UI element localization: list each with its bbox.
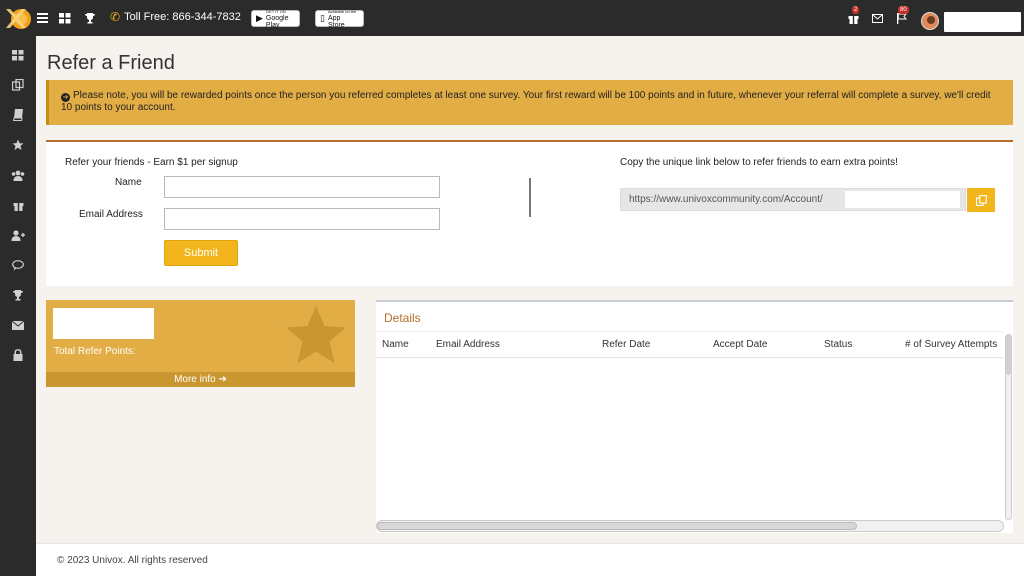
sidebar-item-security[interactable] xyxy=(0,345,36,365)
unique-link-field[interactable]: https://www.univoxcommunity.com/Account/ xyxy=(620,188,966,211)
arrow-circle-icon: ➜ xyxy=(61,93,70,102)
sidebar xyxy=(0,36,36,576)
copy-icon xyxy=(12,79,24,91)
users-icon xyxy=(11,170,25,181)
top-navbar: ✆ Toll Free: 866-344-7832 ▶ GET IT ON Go… xyxy=(0,0,1024,36)
notice-text: Please note, you will be rewarded points… xyxy=(61,90,991,113)
sidebar-item-dashboard[interactable] xyxy=(0,45,36,65)
gift-badge: 2 xyxy=(852,6,860,14)
arrow-circle-right-icon: ➜ xyxy=(218,374,227,385)
details-panel: Details Name Email Address Refer Date Ac… xyxy=(376,300,1013,533)
envelope-icon xyxy=(12,320,24,330)
trophy-icon[interactable] xyxy=(82,10,98,26)
sidebar-item-leaderboard[interactable] xyxy=(0,285,36,305)
app-store-label: App Store xyxy=(327,15,345,29)
copy-icon xyxy=(975,194,987,206)
column-header-status[interactable]: Status xyxy=(824,339,852,350)
copyright-text: © 2023 Univox. All rights reserved xyxy=(57,555,208,566)
gift-icon xyxy=(848,15,858,24)
more-info-link[interactable]: More info ➜ xyxy=(46,372,355,387)
comments-icon xyxy=(12,259,24,270)
dashboard-icon[interactable] xyxy=(57,10,73,26)
details-title: Details xyxy=(384,311,421,325)
reward-notice: ➜ Please note, you will be rewarded point… xyxy=(46,80,1013,125)
horizontal-scrollbar[interactable] xyxy=(376,520,1004,532)
name-field[interactable] xyxy=(164,176,440,198)
total-refer-points-label: Total Refer Points: xyxy=(54,346,136,357)
page-title: Refer a Friend xyxy=(47,52,175,74)
sidebar-item-rewards[interactable] xyxy=(0,195,36,215)
unique-link-url: https://www.univoxcommunity.com/Account/ xyxy=(629,194,823,205)
column-header-name[interactable]: Name xyxy=(382,339,409,350)
flag-badge: 80 xyxy=(898,6,909,14)
avatar[interactable] xyxy=(921,12,939,30)
menu-toggle-icon[interactable] xyxy=(34,10,50,26)
submit-button[interactable]: Submit xyxy=(164,240,238,266)
google-play-label: Google Play xyxy=(265,15,289,29)
sidebar-item-favorites[interactable] xyxy=(0,135,36,155)
toll-free-number: ✆ Toll Free: 866-344-7832 xyxy=(110,10,241,24)
sidebar-item-copy[interactable] xyxy=(0,75,36,95)
dashboard-icon xyxy=(12,49,24,60)
sidebar-item-inbox[interactable] xyxy=(0,315,36,335)
column-header-refer-date[interactable]: Refer Date xyxy=(602,339,650,350)
panel-divider xyxy=(529,178,531,217)
name-label: Name xyxy=(115,177,142,188)
points-value-redacted xyxy=(53,308,154,339)
envelope-notification[interactable] xyxy=(869,10,885,26)
refer-heading: Refer your friends - Earn $1 per signup xyxy=(65,157,238,168)
google-play-icon: ▶ xyxy=(256,13,263,23)
footer: © 2023 Univox. All rights reserved xyxy=(36,543,1024,576)
details-divider xyxy=(376,331,1003,332)
copy-link-button[interactable] xyxy=(967,188,995,212)
column-header-accept-date[interactable]: Accept Date xyxy=(713,339,767,350)
envelope-icon xyxy=(871,13,883,23)
user-plus-icon xyxy=(11,229,25,241)
app-store-button[interactable]: ▯ Available on the App Store xyxy=(315,9,364,29)
column-header-email[interactable]: Email Address xyxy=(436,339,500,350)
more-info-text: More info xyxy=(174,374,216,385)
trophy-icon xyxy=(13,290,23,301)
flag-notification[interactable]: 80 xyxy=(893,6,909,26)
sidebar-item-community[interactable] xyxy=(0,165,36,185)
univox-logo[interactable] xyxy=(4,5,32,31)
gift-notification[interactable]: 2 xyxy=(845,6,861,26)
lock-icon xyxy=(13,349,23,361)
star-icon xyxy=(286,306,346,363)
unique-link-redacted xyxy=(845,191,960,208)
gift-icon xyxy=(13,202,23,211)
table-header-divider xyxy=(376,357,1003,358)
google-play-button[interactable]: ▶ GET IT ON Google Play xyxy=(251,9,300,29)
horizontal-scroll-thumb[interactable] xyxy=(377,522,857,530)
sidebar-item-book[interactable] xyxy=(0,105,36,125)
vertical-scroll-thumb[interactable] xyxy=(1006,335,1011,375)
book-icon xyxy=(12,109,23,121)
app-store-small-text: Available on the xyxy=(327,9,357,14)
vertical-scrollbar[interactable] xyxy=(1005,334,1012,520)
star-icon xyxy=(12,139,24,150)
google-play-small-text: GET IT ON xyxy=(265,9,286,14)
toll-free-text: Toll Free: 866-344-7832 xyxy=(124,11,241,23)
email-label: Email Address xyxy=(79,209,143,220)
total-refer-points-card: Total Refer Points: More info ➜ xyxy=(46,300,355,387)
sidebar-item-messages[interactable] xyxy=(0,255,36,275)
user-name-box[interactable] xyxy=(944,12,1021,32)
column-header-survey-attempts[interactable]: # of Survey Attempts xyxy=(905,339,997,350)
flag-icon xyxy=(896,12,907,24)
phone-device-icon: ▯ xyxy=(320,13,325,23)
email-field[interactable] xyxy=(164,208,440,230)
sidebar-item-refer-a-friend[interactable] xyxy=(0,225,36,245)
refer-panel: Refer your friends - Earn $1 per signup … xyxy=(46,140,1013,286)
unique-link-heading: Copy the unique link below to refer frie… xyxy=(620,157,898,168)
phone-icon: ✆ xyxy=(110,10,121,24)
